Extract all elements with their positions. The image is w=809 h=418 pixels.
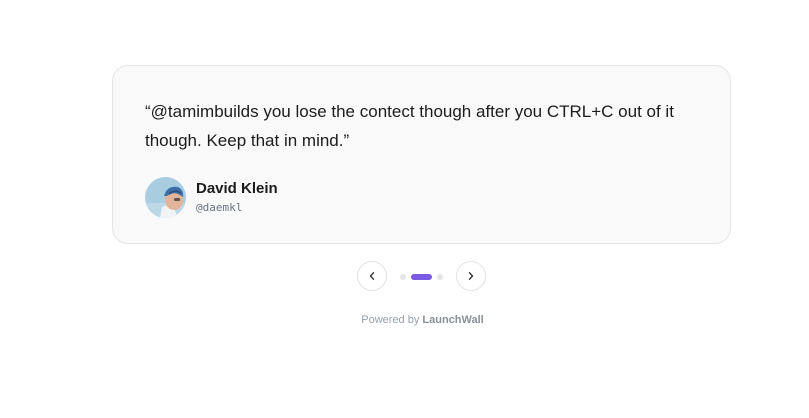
testimonial-author: David Klein @daemkl [145, 177, 278, 218]
brand-link[interactable]: LaunchWall [422, 314, 483, 326]
carousel-dot[interactable] [437, 274, 443, 280]
author-name: David Klein [196, 179, 278, 197]
testimonial-quote: “@tamimbuilds you lose the contect thoug… [145, 102, 674, 150]
powered-by: Powered by LaunchWall [0, 314, 809, 326]
chevron-right-icon [468, 272, 474, 280]
carousel-dot-active[interactable] [411, 274, 432, 280]
carousel-indicators [400, 274, 443, 280]
previous-button[interactable] [357, 261, 387, 291]
next-button[interactable] [456, 261, 486, 291]
author-text: David Klein @daemkl [196, 180, 278, 216]
avatar-image [145, 177, 186, 218]
testimonial-card: “@tamimbuilds you lose the contect thoug… [112, 65, 731, 244]
carousel-dot[interactable] [400, 274, 406, 280]
avatar [145, 177, 186, 218]
author-handle: @daemkl [196, 200, 243, 214]
powered-by-prefix: Powered by [361, 314, 420, 326]
chevron-left-icon [369, 272, 375, 280]
